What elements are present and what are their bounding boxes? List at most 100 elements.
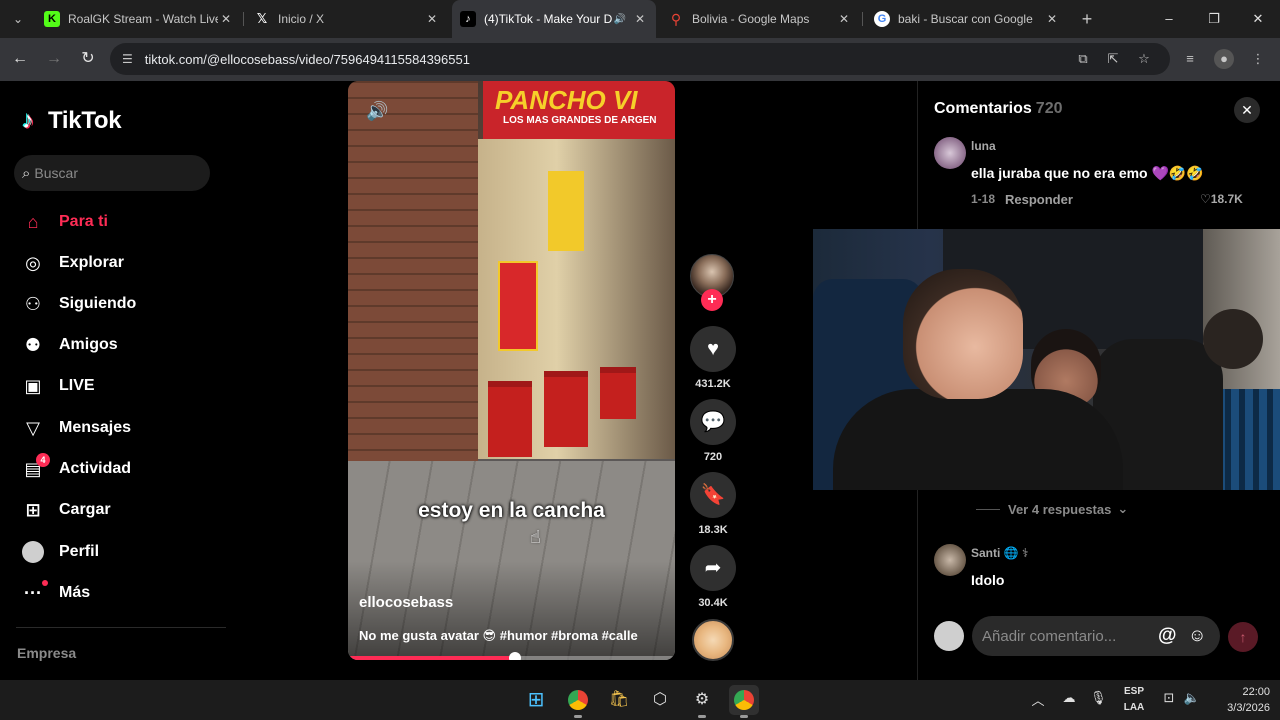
- avatar[interactable]: [934, 544, 966, 576]
- reply-button[interactable]: Responder: [1005, 192, 1073, 207]
- nav-mensajes[interactable]: ▽ Mensajes: [20, 413, 131, 443]
- nav-mas[interactable]: ··· Más: [20, 578, 90, 608]
- more-icon: ···: [20, 580, 48, 606]
- nav-siguiendo[interactable]: ⚇ Siguiendo: [20, 289, 136, 319]
- new-tab-button[interactable]: +: [1076, 8, 1098, 30]
- browser-toolbar: ← → ↻ ☰ tiktok.com/@ellocosebass/video/7…: [0, 38, 1280, 81]
- close-tab-icon[interactable]: ✕: [1044, 12, 1060, 26]
- avatar[interactable]: [934, 137, 966, 169]
- send-comment-button[interactable]: ↑: [1228, 622, 1258, 652]
- x-icon: 𝕏: [254, 11, 270, 27]
- video-caption: estoy en la cancha: [418, 499, 605, 522]
- install-app-icon[interactable]: ⇱: [1103, 49, 1123, 69]
- nav-explorar[interactable]: ◎ Explorar: [20, 248, 124, 278]
- speaker-icon[interactable]: 🔊: [614, 14, 626, 25]
- search-icon: ⌕: [22, 164, 31, 182]
- search-box[interactable]: ⌕: [14, 155, 210, 191]
- view-replies-button[interactable]: Ver 4 respuestas ⌄: [976, 501, 1128, 517]
- close-window-icon[interactable]: ✕: [1247, 8, 1269, 30]
- tiktok-note-icon: ♪: [22, 107, 34, 134]
- music-disc-icon[interactable]: [692, 619, 734, 661]
- tab-search-icon[interactable]: ⌄: [6, 7, 30, 31]
- emoji-icon[interactable]: ☺: [1188, 625, 1206, 646]
- forward-icon[interactable]: →: [43, 48, 65, 70]
- comment-username[interactable]: luna: [971, 139, 996, 153]
- bookmark-icon: 🔖: [700, 484, 726, 506]
- comment-like[interactable]: ♡18.7K: [1200, 192, 1243, 206]
- nav-para-ti[interactable]: ⌂ Para ti: [20, 207, 108, 237]
- system-clock[interactable]: 22:00 3/3/2026: [1208, 684, 1270, 716]
- video-progress-knob[interactable]: [508, 652, 521, 660]
- heart-outline-icon: ♡: [1200, 192, 1211, 206]
- volume-icon[interactable]: 🔊: [366, 101, 388, 122]
- reload-icon[interactable]: ↻: [77, 48, 99, 70]
- follow-plus-icon[interactable]: +: [701, 289, 723, 311]
- profile-avatar-icon[interactable]: ●: [1214, 49, 1234, 69]
- avatar: [934, 621, 964, 651]
- video-red-bin: [488, 381, 532, 457]
- video-brick-wall: [348, 81, 478, 481]
- language-indicator[interactable]: ESP LAA: [1121, 684, 1147, 716]
- address-bar[interactable]: ☰ tiktok.com/@ellocosebass/video/7596494…: [110, 43, 1170, 75]
- like-button[interactable]: ♥: [690, 326, 736, 372]
- close-tab-icon[interactable]: ✕: [218, 12, 234, 26]
- restore-icon[interactable]: ❐: [1203, 8, 1225, 30]
- tiktok-logo[interactable]: ♪ TikTok: [22, 107, 122, 135]
- nav-live[interactable]: ▣ LIVE: [20, 371, 94, 401]
- nav-cargar[interactable]: ⊞ Cargar: [20, 495, 110, 525]
- comment-input-box[interactable]: @ ☺: [972, 616, 1220, 656]
- tab-separator: [862, 12, 863, 26]
- like-count: 431.2K: [695, 378, 731, 390]
- tab-tiktok[interactable]: ♪ (4)TikTok - Make Your D 🔊 ✕: [452, 0, 656, 38]
- store-icon[interactable]: 🛍: [604, 685, 634, 715]
- video-progress-fill: [348, 656, 515, 660]
- comments-title: Comentarios 720: [934, 100, 1063, 117]
- sidebar-section-empresa[interactable]: Empresa: [17, 645, 76, 661]
- share-button[interactable]: ➦: [690, 545, 736, 591]
- video-player[interactable]: PANCHO VI LOS MAS GRANDES DE ARGEN 🔊 est…: [348, 81, 675, 660]
- comment-button[interactable]: 💬: [690, 399, 736, 445]
- comment-username[interactable]: Santi 🌐 ⚕: [971, 546, 1028, 560]
- kick-icon: K: [44, 11, 60, 27]
- search-input[interactable]: [34, 165, 185, 181]
- notification-dot: [42, 580, 48, 586]
- minimize-icon[interactable]: –: [1158, 8, 1180, 30]
- media-controls-icon[interactable]: ≡: [1180, 49, 1200, 69]
- nav-perfil[interactable]: Perfil: [20, 537, 99, 567]
- back-icon[interactable]: ←: [9, 48, 31, 70]
- nav-actividad[interactable]: ▤ 4 Actividad: [20, 453, 131, 484]
- nav-amigos[interactable]: ⚉ Amigos: [20, 330, 118, 360]
- comment-input[interactable]: [982, 627, 1162, 645]
- url-text: tiktok.com/@ellocosebass/video/759649411…: [144, 51, 470, 67]
- translate-icon[interactable]: ⧉: [1073, 49, 1093, 69]
- bookmark-star-icon[interactable]: ☆: [1134, 49, 1154, 69]
- activity-badge: 4: [36, 453, 50, 467]
- windows-start-icon[interactable]: ⊞: [521, 685, 551, 715]
- app-cube-icon[interactable]: ⬡: [645, 685, 675, 715]
- tab-google-search[interactable]: G baki - Buscar con Google ✕: [866, 4, 1068, 34]
- volume-tray-icon[interactable]: 🔈: [1183, 690, 1201, 706]
- close-tab-icon[interactable]: ✕: [424, 12, 440, 26]
- app-steam-icon[interactable]: ⚙: [687, 685, 717, 718]
- video-progress-bar[interactable]: [348, 652, 675, 660]
- close-tab-icon[interactable]: ✕: [836, 12, 852, 26]
- tab-google-maps[interactable]: ⚲ Bolivia - Google Maps ✕: [660, 4, 860, 34]
- video-author[interactable]: ellocosebass: [359, 594, 453, 611]
- comment-text: Idolo: [971, 572, 1005, 588]
- chrome-icon[interactable]: [563, 685, 593, 718]
- close-comments-icon[interactable]: ✕: [1234, 97, 1260, 123]
- onedrive-icon[interactable]: ☁: [1059, 690, 1079, 706]
- save-button[interactable]: 🔖: [690, 472, 736, 518]
- tab-roalgk-stream[interactable]: K RoalGK Stream - Watch Live ✕: [36, 4, 242, 34]
- mention-icon[interactable]: @: [1158, 625, 1177, 647]
- comment-date: 1-18: [971, 192, 996, 206]
- network-icon[interactable]: ⊡: [1160, 690, 1178, 706]
- webcam-overlay: [813, 229, 1280, 490]
- site-settings-icon[interactable]: ☰: [122, 52, 133, 66]
- tab-x-inicio[interactable]: 𝕏 Inicio / X ✕: [246, 4, 448, 34]
- microphone-icon[interactable]: 🎙: [1090, 690, 1107, 706]
- chrome-active-icon[interactable]: [729, 685, 759, 718]
- chevron-up-icon[interactable]: ︿: [1030, 690, 1046, 709]
- close-tab-icon[interactable]: ✕: [632, 12, 648, 26]
- menu-kebab-icon[interactable]: ⋮: [1248, 49, 1268, 69]
